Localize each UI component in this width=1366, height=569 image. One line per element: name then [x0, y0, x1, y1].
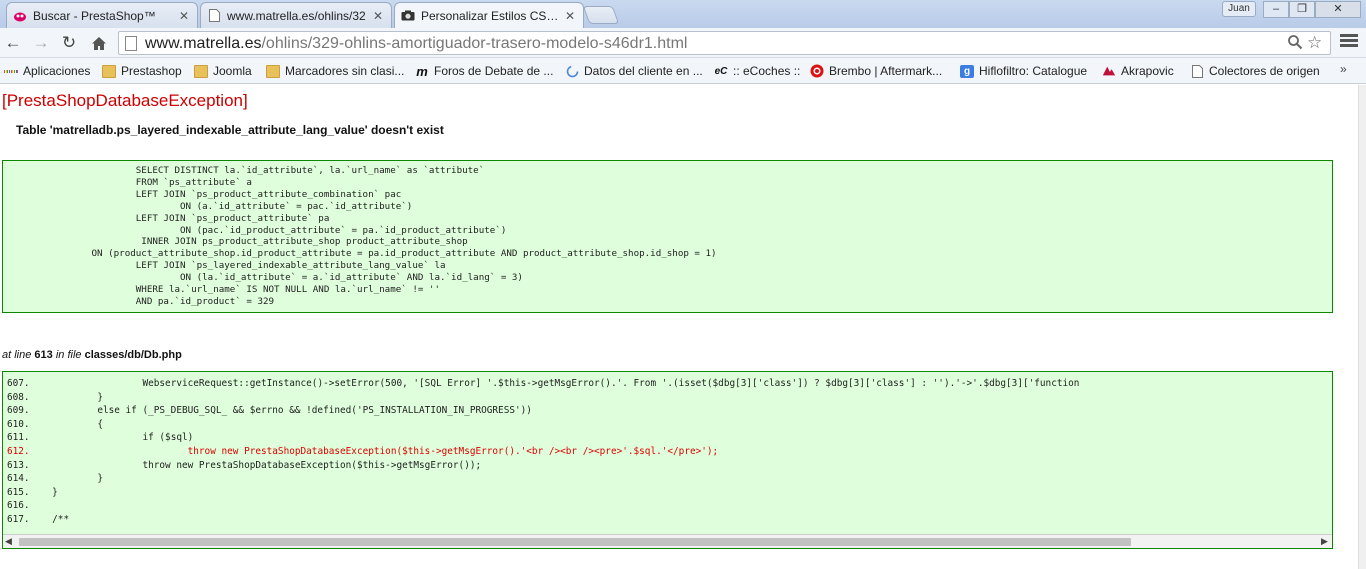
error-message: Table 'matrelladb.ps_layered_indexable_a…: [16, 123, 444, 137]
code-line: 615. }: [7, 486, 58, 498]
sql-query-box: SELECT DISTINCT la.`id_attribute`, la.`u…: [2, 160, 1333, 313]
code-line: 610. {: [7, 418, 103, 430]
folder-icon: [266, 64, 280, 78]
bookmark-marcadores[interactable]: Marcadores sin clasi...: [266, 62, 404, 80]
location-line: 613: [34, 349, 53, 361]
tab-personalizar-estilos[interactable]: Personalizar Estilos CSS en ✕: [394, 2, 584, 28]
page-content: [PrestaShopDatabaseException] Table 'mat…: [0, 85, 1358, 569]
maximize-button[interactable]: ❐: [1289, 1, 1315, 18]
folder-icon: [194, 64, 208, 78]
close-tab-icon[interactable]: ✕: [563, 9, 577, 23]
bookmark-label: :: eCoches ::: [733, 64, 801, 78]
ecoches-icon: eC: [714, 65, 728, 77]
close-tab-icon[interactable]: ✕: [177, 9, 191, 23]
tab-strip: Buscar - PrestaShop™ ✕ www.matrella.es/o…: [0, 0, 1366, 28]
page-info-icon[interactable]: [125, 36, 137, 51]
bookmark-label: Datos del cliente en ...: [584, 64, 703, 78]
bookmark-colectores[interactable]: Colectores de origen: [1190, 62, 1320, 80]
code-line: 608. }: [7, 391, 103, 403]
close-window-button[interactable]: ✕: [1315, 1, 1361, 18]
url-path: /ohlins/329-ohlins-amortiguador-trasero-…: [261, 35, 688, 52]
google-icon: g: [960, 64, 974, 78]
location-prefix: at line: [2, 349, 32, 361]
chrome-menu-icon[interactable]: [1340, 34, 1358, 49]
source-code-lines: 607. WebserviceRequest::getInstance()->s…: [7, 377, 1332, 531]
bookmark-prestashop[interactable]: Prestashop: [102, 62, 182, 80]
browser-window: Buscar - PrestaShop™ ✕ www.matrella.es/o…: [0, 0, 1366, 569]
browser-toolbar: ← → ↻ www.matrella.es/ohlins/329-ohlins-…: [0, 28, 1366, 58]
loading-icon: [565, 65, 579, 78]
home-icon[interactable]: [88, 32, 110, 54]
m-logo-icon: m: [416, 63, 428, 79]
bookmark-brembo[interactable]: Brembo | Aftermark...: [810, 62, 942, 80]
bookmark-label: Aplicaciones: [23, 64, 91, 78]
url-text: www.matrella.es/ohlins/329-ohlins-amorti…: [145, 35, 687, 53]
apps-icon: [3, 65, 19, 78]
tab-title: Personalizar Estilos CSS en: [421, 8, 563, 23]
new-tab-button[interactable]: [582, 6, 620, 24]
profile-button[interactable]: Juan: [1222, 1, 1256, 17]
tab-buscar-prestashop[interactable]: Buscar - PrestaShop™ ✕: [6, 2, 198, 28]
horizontal-scrollbar[interactable]: ◀ ▶: [3, 534, 1332, 548]
bookmark-label: Prestashop: [121, 64, 182, 78]
camera-icon: [401, 9, 415, 23]
bookmark-label: Brembo | Aftermark...: [829, 64, 943, 78]
location-file: classes/db/Db.php: [84, 349, 182, 361]
bookmark-label: Foros de Debate de ...: [434, 64, 554, 78]
bookmark-foros[interactable]: m Foros de Debate de ...: [415, 62, 553, 80]
folder-icon: [102, 64, 116, 78]
address-bar[interactable]: www.matrella.es/ohlins/329-ohlins-amorti…: [118, 31, 1331, 55]
scrollbar-thumb[interactable]: [19, 538, 1131, 546]
code-line: 612. throw new PrestaShopDatabaseExcepti…: [7, 445, 719, 457]
prestashop-icon: [13, 9, 27, 23]
exception-title: [PrestaShopDatabaseException]: [2, 91, 248, 110]
code-line: 617. /**: [7, 513, 70, 525]
url-domain: www.matrella.es: [145, 35, 262, 52]
zoom-magnifier-icon[interactable]: [1287, 34, 1303, 54]
bookmarks-bar: Aplicaciones Prestashop Joomla Marcadore…: [0, 58, 1366, 84]
forward-arrow-icon[interactable]: →: [30, 32, 52, 54]
code-line: 609. else if (_PS_DEBUG_SQL_ && $errno &…: [7, 405, 532, 417]
sql-query-text: SELECT DISTINCT la.`id_attribute`, la.`u…: [91, 165, 717, 307]
scroll-left-icon[interactable]: ◀: [5, 536, 12, 547]
bookmark-aplicaciones[interactable]: Aplicaciones: [3, 62, 91, 80]
error-location: at line 613 in file classes/db/Db.php: [2, 349, 182, 361]
bookmark-label: Marcadores sin clasi...: [285, 64, 405, 78]
reload-icon[interactable]: ↻: [58, 32, 80, 54]
code-line: 607. WebserviceRequest::getInstance()->s…: [7, 378, 1080, 389]
tab-matrella-page[interactable]: www.matrella.es/ohlins/32 ✕: [200, 2, 392, 28]
close-tab-icon[interactable]: ✕: [371, 9, 385, 23]
code-line: 614. }: [7, 473, 103, 485]
location-mid: in file: [55, 349, 82, 361]
bookmarks-overflow-chevron-icon[interactable]: »: [1340, 62, 1347, 76]
source-code-box[interactable]: 607. WebserviceRequest::getInstance()->s…: [2, 371, 1333, 549]
tab-title: www.matrella.es/ohlins/32: [227, 8, 366, 23]
code-line: 611. if ($sql): [7, 432, 194, 444]
minimize-button[interactable]: –: [1263, 1, 1289, 18]
bookmark-akrapovic[interactable]: Akrapovic: [1102, 62, 1174, 80]
bookmark-label: Akrapovic: [1121, 64, 1174, 78]
vertical-scrollbar[interactable]: [1358, 85, 1366, 569]
bookmark-label: Hiflofiltro: Catalogue: [979, 64, 1088, 78]
back-arrow-icon[interactable]: ←: [2, 32, 24, 54]
bookmark-datos-cliente[interactable]: Datos del cliente en ...: [565, 62, 703, 80]
bookmark-ecoches[interactable]: eC :: eCoches ::: [714, 62, 801, 80]
page-icon: [207, 9, 221, 23]
code-line: 613. throw new PrestaShopDatabaseExcepti…: [7, 459, 482, 471]
page-icon: [1190, 64, 1204, 78]
bookmark-star-icon[interactable]: ☆: [1307, 33, 1322, 53]
bookmark-label: Joomla: [213, 64, 252, 78]
bookmark-hiflofiltro[interactable]: g Hiflofiltro: Catalogue: [960, 62, 1087, 80]
tab-title: Buscar - PrestaShop™: [33, 8, 156, 23]
akrapovic-icon: [1102, 65, 1116, 78]
bookmark-label: Colectores de origen: [1209, 64, 1320, 78]
scroll-right-icon[interactable]: ▶: [1321, 536, 1328, 547]
code-line: 616.: [7, 500, 30, 512]
brembo-icon: [810, 64, 824, 78]
bookmark-joomla[interactable]: Joomla: [194, 62, 252, 80]
